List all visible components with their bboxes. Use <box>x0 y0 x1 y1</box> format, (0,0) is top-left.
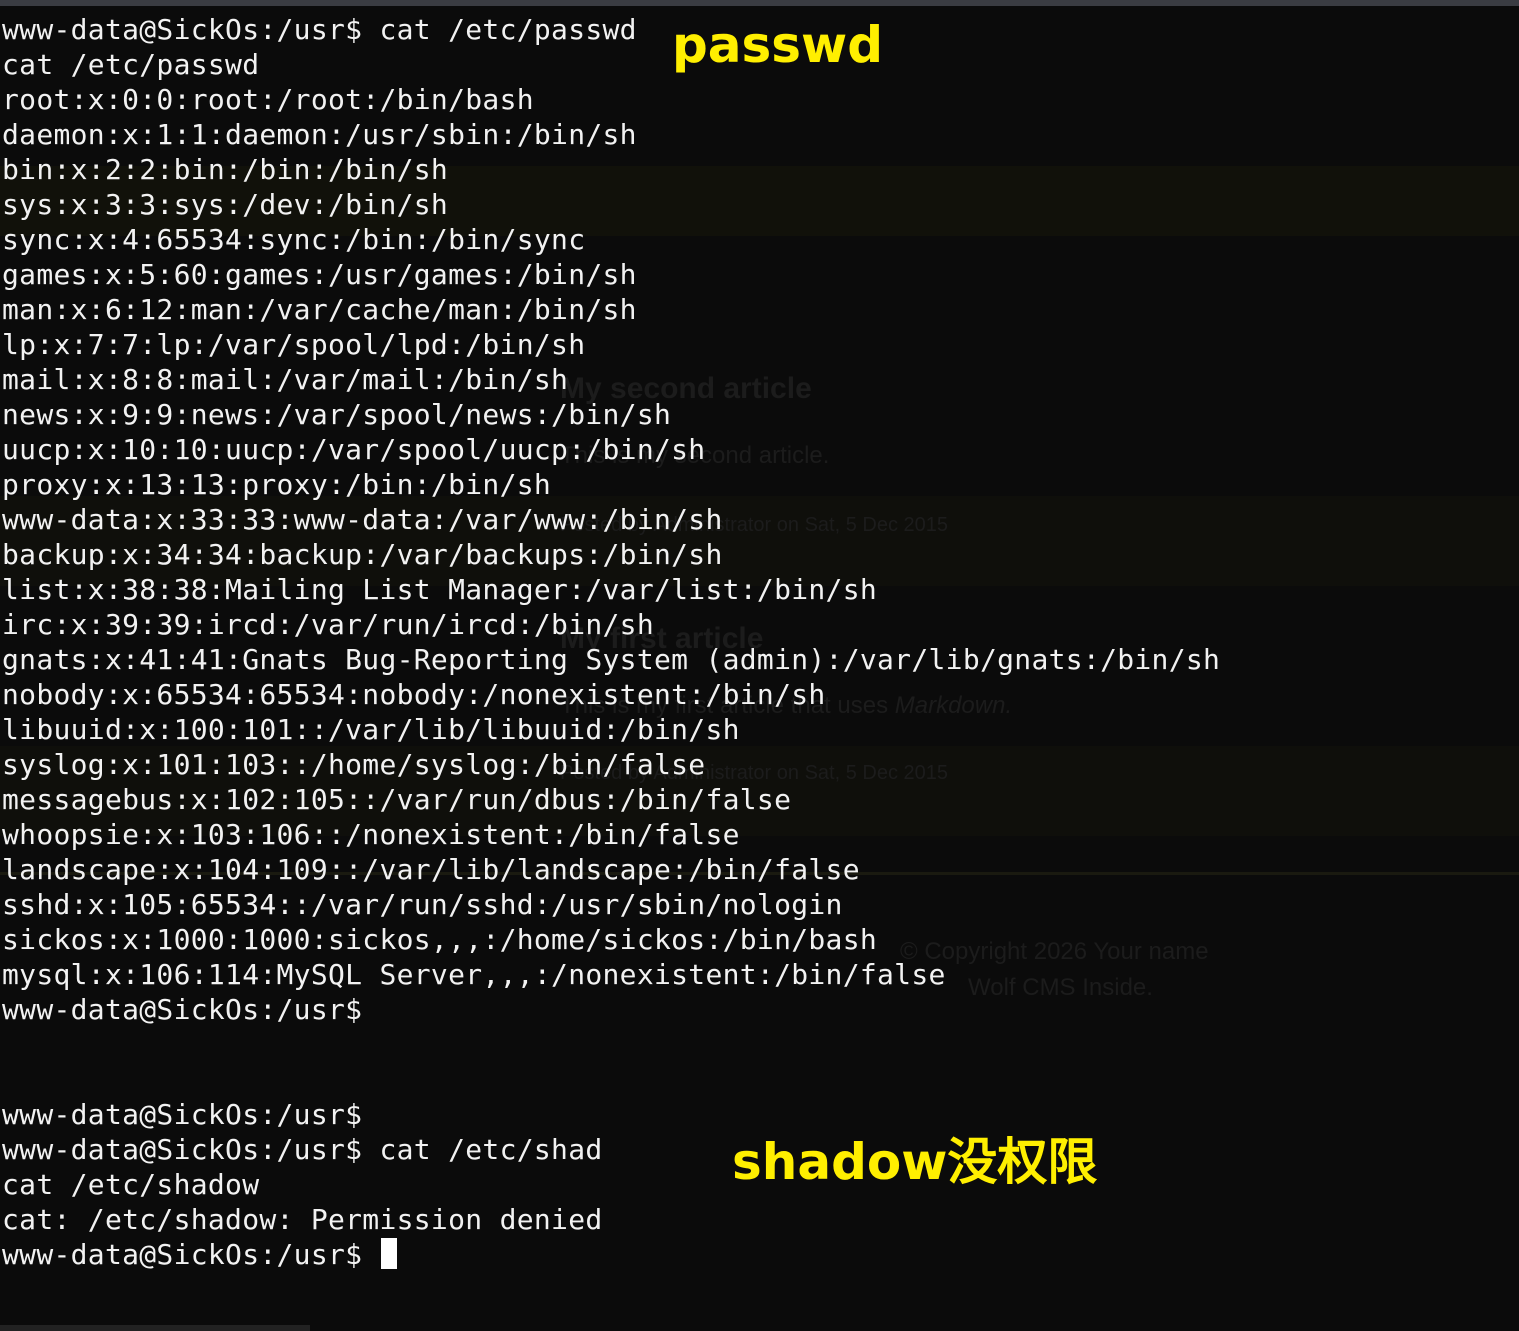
terminal-line: nobody:x:65534:65534:nobody:/nonexistent… <box>2 677 826 712</box>
terminal-line-text: games:x:5:60:games:/usr/games:/bin/sh <box>2 258 637 291</box>
terminal-line-text: www-data@SickOs:/usr$ cat /etc/passwd <box>2 13 637 46</box>
terminal-line-text: proxy:x:13:13:proxy:/bin:/bin/sh <box>2 468 552 501</box>
terminal-line: cat /etc/passwd <box>2 47 259 82</box>
terminal-line: sync:x:4:65534:sync:/bin:/bin/sync <box>2 222 585 257</box>
terminal-line-text: landscape:x:104:109::/var/lib/landscape:… <box>2 853 860 886</box>
bottom-scroll-bar <box>0 1325 310 1331</box>
terminal-line-text: libuuid:x:100:101::/var/lib/libuuid:/bin… <box>2 713 740 746</box>
terminal-line-text: news:x:9:9:news:/var/spool/news:/bin/sh <box>2 398 672 431</box>
terminal-line: proxy:x:13:13:proxy:/bin:/bin/sh <box>2 467 551 502</box>
terminal-line: daemon:x:1:1:daemon:/usr/sbin:/bin/sh <box>2 117 637 152</box>
terminal-line: bin:x:2:2:bin:/bin:/bin/sh <box>2 152 448 187</box>
terminal-line-text: sshd:x:105:65534::/var/run/sshd:/usr/sbi… <box>2 888 843 921</box>
terminal-line: landscape:x:104:109::/var/lib/landscape:… <box>2 852 860 887</box>
terminal-line: www-data@SickOs:/usr$ cat /etc/shad <box>2 1132 603 1167</box>
terminal-line: sickos:x:1000:1000:sickos,,,:/home/sicko… <box>2 922 877 957</box>
terminal-line: sys:x:3:3:sys:/dev:/bin/sh <box>2 187 448 222</box>
terminal-line: www-data:x:33:33:www-data:/var/www:/bin/… <box>2 502 723 537</box>
terminal-line: root:x:0:0:root:/root:/bin/bash <box>2 82 534 117</box>
terminal-line-text: sync:x:4:65534:sync:/bin:/bin/sync <box>2 223 586 256</box>
annotation-shadow: shadow没权限 <box>732 1133 1098 1191</box>
terminal-line-text: root:x:0:0:root:/root:/bin/bash <box>2 83 534 116</box>
window-top-bar <box>0 0 1519 6</box>
terminal-line: uucp:x:10:10:uucp:/var/spool/uucp:/bin/s… <box>2 432 705 467</box>
terminal-line: news:x:9:9:news:/var/spool/news:/bin/sh <box>2 397 671 432</box>
terminal-line: games:x:5:60:games:/usr/games:/bin/sh <box>2 257 637 292</box>
terminal-line: list:x:38:38:Mailing List Manager:/var/l… <box>2 572 877 607</box>
terminal-line-text: mysql:x:106:114:MySQL Server,,,:/nonexis… <box>2 958 946 991</box>
terminal-line: www-data@SickOs:/usr$ <box>2 1097 362 1132</box>
terminal-line: www-data@SickOs:/usr$ <box>2 992 362 1027</box>
terminal-line: backup:x:34:34:backup:/var/backups:/bin/… <box>2 537 723 572</box>
terminal-output[interactable]: www-data@SickOs:/usr$ cat /etc/passwd cat… <box>0 12 1519 1312</box>
terminal-line-text: cat /etc/shadow <box>2 1168 260 1201</box>
terminal-line-text: sys:x:3:3:sys:/dev:/bin/sh <box>2 188 449 221</box>
terminal-line: lp:x:7:7:lp:/var/spool/lpd:/bin/sh <box>2 327 585 362</box>
terminal-line-text: man:x:6:12:man:/var/cache/man:/bin/sh <box>2 293 637 326</box>
terminal-line: sshd:x:105:65534::/var/run/sshd:/usr/sbi… <box>2 887 843 922</box>
terminal-line-text: list:x:38:38:Mailing List Manager:/var/l… <box>2 573 878 606</box>
terminal-line-text: backup:x:34:34:backup:/var/backups:/bin/… <box>2 538 723 571</box>
terminal-line-text: bin:x:2:2:bin:/bin:/bin/sh <box>2 153 449 186</box>
terminal-line: libuuid:x:100:101::/var/lib/libuuid:/bin… <box>2 712 740 747</box>
terminal-line-text: cat: /etc/shadow: Permission denied <box>2 1203 603 1236</box>
terminal-line-text: daemon:x:1:1:daemon:/usr/sbin:/bin/sh <box>2 118 637 151</box>
terminal-line: www-data@SickOs:/usr$ cat /etc/passwd <box>2 12 637 47</box>
terminal-line-text: messagebus:x:102:105::/var/run/dbus:/bin… <box>2 783 792 816</box>
annotation-passwd: passwd <box>672 16 884 74</box>
terminal-line-text: lp:x:7:7:lp:/var/spool/lpd:/bin/sh <box>2 328 586 361</box>
terminal-line-text: irc:x:39:39:ircd:/var/run/ircd:/bin/sh <box>2 608 654 641</box>
terminal-cursor <box>381 1238 398 1269</box>
terminal-line: mail:x:8:8:mail:/var/mail:/bin/sh <box>2 362 568 397</box>
terminal-line-text: www-data@SickOs:/usr$ <box>2 1098 363 1131</box>
terminal-line-text: cat /etc/passwd <box>2 48 260 81</box>
terminal-line-text: whoopsie:x:103:106::/nonexistent:/bin/fa… <box>2 818 740 851</box>
terminal-line-text: www-data@SickOs:/usr$ <box>2 993 363 1026</box>
terminal-line-text: www-data@SickOs:/usr$ cat /etc/shad <box>2 1133 603 1166</box>
terminal-line: cat /etc/shadow <box>2 1167 259 1202</box>
terminal-line: syslog:x:101:103::/home/syslog:/bin/fals… <box>2 747 705 782</box>
terminal-line-text: www-data@SickOs:/usr$ <box>2 1238 380 1271</box>
terminal-line: www-data@SickOs:/usr$ <box>2 1237 398 1272</box>
terminal-line: gnats:x:41:41:Gnats Bug-Reporting System… <box>2 642 1220 677</box>
terminal-line-text: gnats:x:41:41:Gnats Bug-Reporting System… <box>2 643 1221 676</box>
terminal-line: irc:x:39:39:ircd:/var/run/ircd:/bin/sh <box>2 607 654 642</box>
terminal-line-text: mail:x:8:8:mail:/var/mail:/bin/sh <box>2 363 569 396</box>
terminal-line: whoopsie:x:103:106::/nonexistent:/bin/fa… <box>2 817 740 852</box>
terminal-line-text: syslog:x:101:103::/home/syslog:/bin/fals… <box>2 748 706 781</box>
terminal-line: messagebus:x:102:105::/var/run/dbus:/bin… <box>2 782 791 817</box>
terminal-line: mysql:x:106:114:MySQL Server,,,:/nonexis… <box>2 957 946 992</box>
terminal-line-text: sickos:x:1000:1000:sickos,,,:/home/sicko… <box>2 923 878 956</box>
terminal-line: man:x:6:12:man:/var/cache/man:/bin/sh <box>2 292 637 327</box>
terminal-line-text: uucp:x:10:10:uucp:/var/spool/uucp:/bin/s… <box>2 433 706 466</box>
terminal-line: cat: /etc/shadow: Permission denied <box>2 1202 603 1237</box>
terminal-line-text: www-data:x:33:33:www-data:/var/www:/bin/… <box>2 503 723 536</box>
terminal-line-text: nobody:x:65534:65534:nobody:/nonexistent… <box>2 678 826 711</box>
